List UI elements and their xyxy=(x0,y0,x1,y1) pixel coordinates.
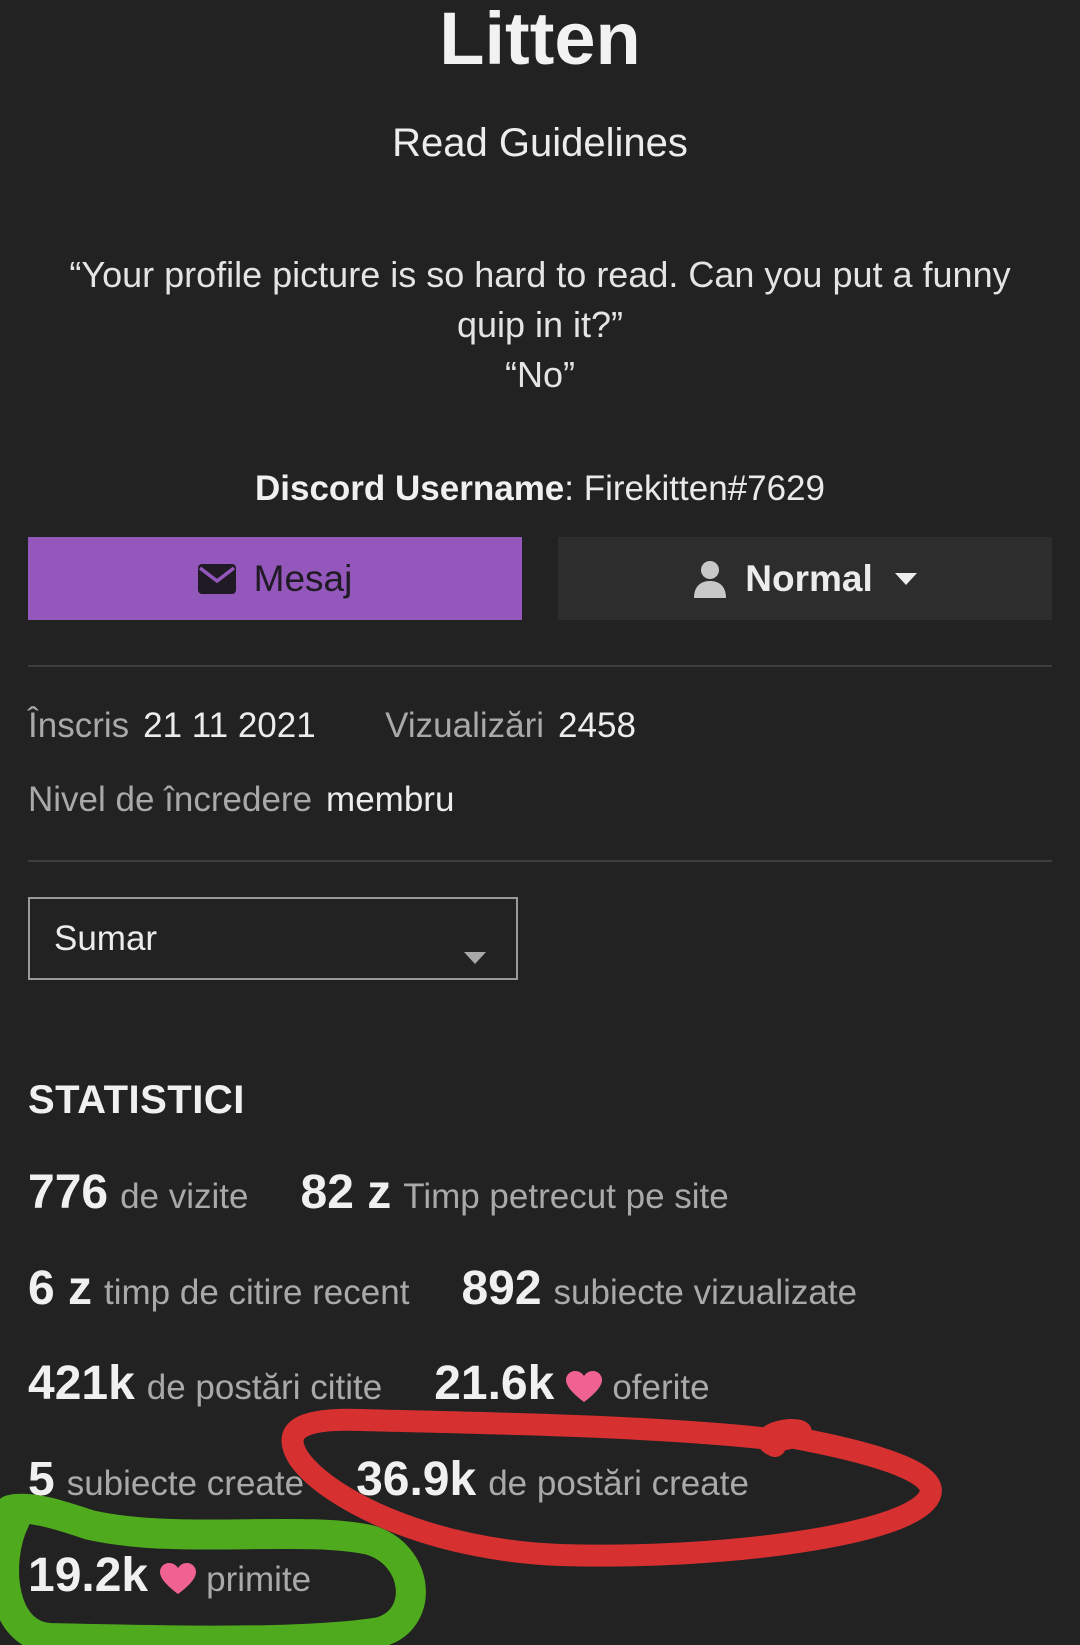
joined-value: 21 11 2021 xyxy=(143,706,316,745)
discord-value: : Firekitten#7629 xyxy=(564,469,825,508)
chevron-down-icon xyxy=(894,572,917,585)
stat-topics-viewed: 892 subiecte vizualizate xyxy=(461,1259,857,1323)
stat-label: timp de citire recent xyxy=(104,1273,410,1312)
discord-username-field: Discord Username: Firekitten#7629 xyxy=(0,467,1080,511)
heart-icon xyxy=(160,1554,197,1614)
views-value: 2458 xyxy=(558,706,636,745)
stat-value: 5 xyxy=(28,1453,55,1506)
bio-line: “Your profile picture is so hard to read… xyxy=(69,254,1011,295)
message-button[interactable]: Mesaj xyxy=(28,537,522,620)
stat-value: 82 z xyxy=(300,1166,392,1219)
user-icon xyxy=(693,560,727,598)
stats-row: 19.2k primite xyxy=(28,1546,363,1614)
notification-level-dropdown[interactable]: Normal xyxy=(558,537,1052,620)
stat-value: 36.9k xyxy=(356,1453,477,1506)
views-label: Vizualizări xyxy=(385,706,545,745)
profile-bio: “Your profile picture is so hard to read… xyxy=(40,250,1040,400)
summary-select[interactable]: Sumar xyxy=(28,897,518,980)
profile-name: Litten xyxy=(439,0,641,80)
profile-page: Litten Read Guidelines “Your profile pic… xyxy=(0,0,1080,1645)
divider xyxy=(28,665,1052,667)
envelope-icon xyxy=(197,563,236,594)
stat-topics-created: 5 subiecte create xyxy=(28,1450,304,1514)
trust-level-row: Nivel de încredere membru xyxy=(28,778,454,822)
stat-value: 776 xyxy=(28,1166,109,1219)
stat-likes-received: 19.2k primite xyxy=(28,1546,311,1614)
stat-label: de postări create xyxy=(488,1464,749,1503)
stat-value: 21.6k xyxy=(434,1357,555,1410)
stats-row: 776 de vizite 82 z Timp petrecut pe site xyxy=(28,1163,781,1227)
stat-value: 421k xyxy=(28,1357,135,1410)
chevron-down-icon xyxy=(464,933,486,973)
stat-posts-read: 421k de postări citite xyxy=(28,1354,382,1418)
summary-select-value: Sumar xyxy=(54,918,158,958)
bio-line: quip in it?” xyxy=(456,304,624,345)
discord-label: Discord Username xyxy=(254,469,565,508)
stat-likes-given: 21.6k oferite xyxy=(434,1354,709,1422)
stat-label: Timp petrecut pe site xyxy=(403,1177,729,1216)
divider xyxy=(28,860,1052,862)
stat-value: 19.2k xyxy=(28,1549,149,1602)
stats-heading: STATISTICI xyxy=(28,1078,245,1122)
stat-label: oferite xyxy=(612,1368,710,1407)
stat-label: subiecte create xyxy=(66,1464,305,1503)
heart-icon xyxy=(566,1362,603,1422)
read-guidelines-link[interactable]: Read Guidelines xyxy=(0,118,1080,168)
stats-row: 5 subiecte create 36.9k de postări create xyxy=(28,1450,801,1514)
profile-meta-row: Înscris 21 11 2021 Vizualizări 2458 xyxy=(28,704,636,748)
stat-value: 892 xyxy=(461,1262,542,1315)
stat-posts-created: 36.9k de postări create xyxy=(356,1450,749,1514)
stat-recent-read-time: 6 z timp de citire recent xyxy=(28,1259,409,1323)
stat-label: subiecte vizualizate xyxy=(553,1273,858,1312)
stat-label: primite xyxy=(206,1560,312,1599)
trust-level-label: Nivel de încredere xyxy=(28,780,313,819)
joined-label: Înscris xyxy=(28,706,130,745)
stat-label: de vizite xyxy=(120,1177,249,1216)
stat-value: 6 z xyxy=(28,1262,93,1315)
stats-row: 421k de postări citite 21.6k oferite xyxy=(28,1354,762,1422)
stat-time-on-site: 82 z Timp petrecut pe site xyxy=(301,1163,729,1227)
trust-level-value: membru xyxy=(326,780,455,819)
stats-row: 6 z timp de citire recent 892 subiecte vizu… xyxy=(28,1259,909,1323)
stat-label: de postări citite xyxy=(146,1368,383,1407)
message-button-label: Mesaj xyxy=(253,557,353,599)
notification-level-label: Normal xyxy=(745,557,873,599)
bio-line: “No” xyxy=(505,354,575,395)
stat-visits: 776 de vizite xyxy=(28,1163,249,1227)
